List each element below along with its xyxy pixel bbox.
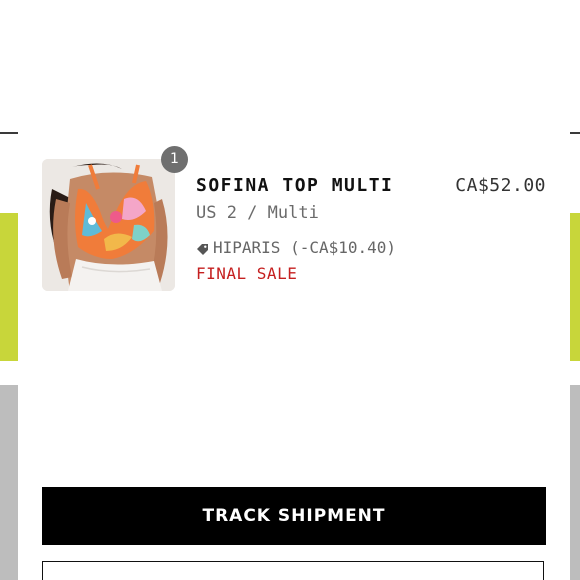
quantity-badge: 1 [161, 146, 188, 173]
final-sale-label: FINAL SALE [196, 264, 298, 283]
product-variant: US 2 / Multi [196, 203, 319, 223]
discount-code: HIPARIS (-CA$10.40) [196, 238, 396, 257]
background-page [0, 0, 18, 132]
product-price: CA$52.00 [455, 175, 546, 196]
price-tag-icon [196, 241, 209, 255]
background-section [0, 385, 18, 580]
track-shipment-button[interactable]: TRACK SHIPMENT [42, 487, 546, 545]
background-banner [0, 213, 18, 361]
screen: 1 SOFINA TOP MULTI CA$52.00 US 2 / Multi… [0, 0, 580, 580]
product-thumbnail[interactable] [42, 159, 175, 291]
product-photo [42, 159, 175, 291]
background-page [0, 361, 18, 385]
product-thumbnail-wrapper: 1 [42, 146, 188, 291]
order-line-item: 1 SOFINA TOP MULTI CA$52.00 US 2 / Multi… [42, 146, 546, 291]
product-name[interactable]: SOFINA TOP MULTI [196, 175, 393, 196]
secondary-action-button[interactable] [42, 561, 544, 580]
order-details-sheet: 1 SOFINA TOP MULTI CA$52.00 US 2 / Multi… [18, 0, 570, 580]
background-page [0, 134, 18, 213]
discount-label: HIPARIS (-CA$10.40) [213, 238, 397, 257]
